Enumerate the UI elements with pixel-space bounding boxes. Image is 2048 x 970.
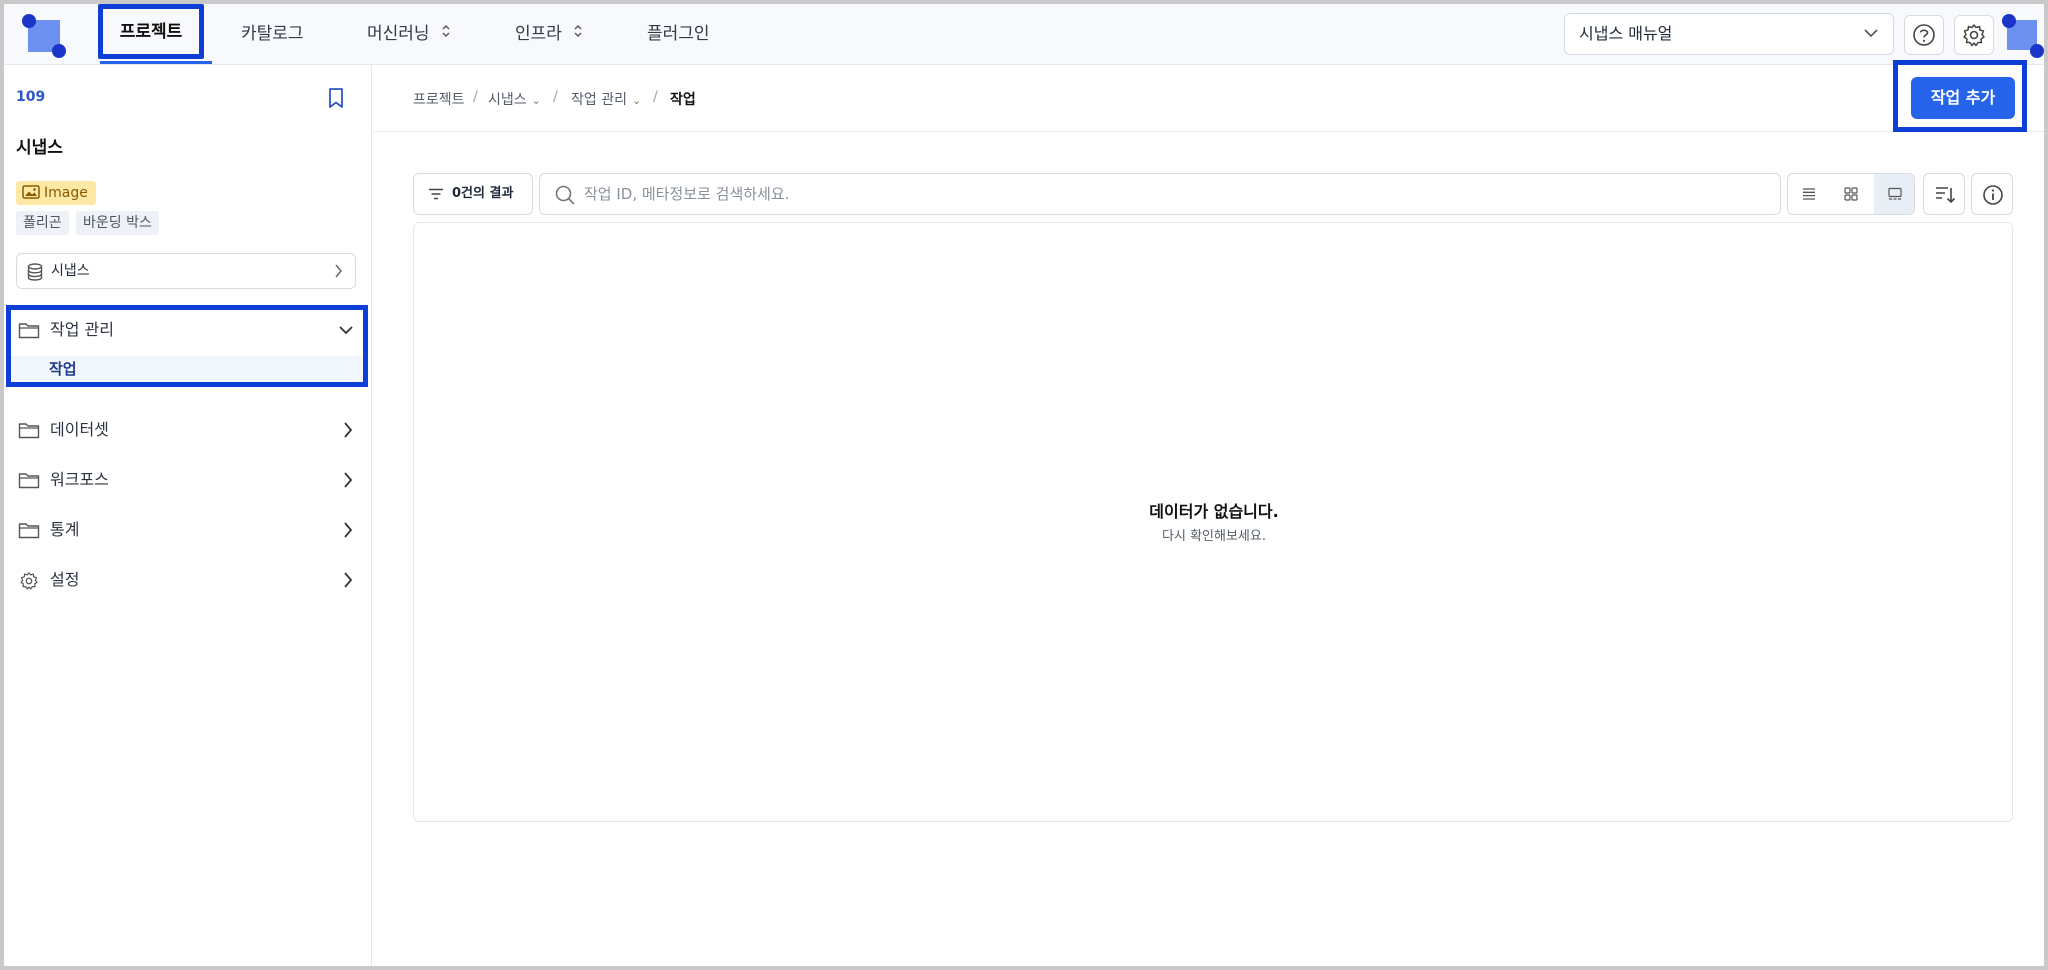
chevron-right-icon [342,555,354,625]
list-view-icon [1803,188,1815,200]
search-input[interactable] [584,174,1764,214]
annotation-tag-bounding-box: 바운딩 박스 [76,211,159,235]
breadcrumb: 프로젝트 / 시냅스 ⌄ / 작업 관리 ⌄ / 작업 작업 추가 [373,60,2044,132]
breadcrumb-separator: / [553,89,558,105]
sidebar: 109 시냅스 Image 폴리곤 바운딩 박스 시냅스 작업 관리 작업 데이… [4,65,372,966]
filter-result-count: 0건의 결과 [452,186,514,201]
breadcrumb-separator: / [653,89,658,105]
nav-tab-label: 플러그인 [647,24,710,44]
expand-collapse-icon [573,5,583,65]
nav-tab-infra[interactable]: 인프라 [515,4,583,64]
sort-icon [1936,187,1956,204]
sidebar-item-label: 설정 [50,570,80,589]
chevron-down-icon: ⌄ [631,94,642,107]
sidebar-item-settings[interactable]: 설정 [4,555,372,605]
filter-button[interactable]: 0건의 결과 [413,173,533,215]
manual-select[interactable]: 시냅스 매뉴얼 [1564,13,1894,55]
sidebar-item-dataset[interactable]: 데이터셋 [4,405,372,455]
chevron-right-icon [333,254,343,300]
info-icon [1983,185,2003,205]
search-icon [555,185,575,205]
breadcrumb-item-synapse[interactable]: 시냅스 ⌄ [488,89,541,109]
dataset-button-label: 시냅스 [51,263,90,279]
sidebar-item-label: 워크포스 [50,470,109,489]
sidebar-item-workforce[interactable]: 워크포스 [4,455,372,505]
project-name: 시냅스 [16,138,63,158]
bookmark-icon[interactable] [326,87,346,113]
gear-icon [20,572,38,590]
sidebar-item-label: 통계 [50,520,80,539]
gallery-view-icon [1888,187,1902,200]
add-task-button[interactable]: 작업 추가 [1911,77,2015,119]
main-content: 프로젝트 / 시냅스 ⌄ / 작업 관리 ⌄ / 작업 작업 추가 0건의 결과 [373,60,2044,966]
folder-icon [18,423,40,439]
nav-tab-machine-learning[interactable]: 머신러닝 [367,4,451,64]
app-logo[interactable] [22,12,70,60]
sort-button[interactable] [1923,173,1965,215]
breadcrumb-label: 시냅스 [488,92,527,108]
avatar[interactable] [2002,14,2044,58]
empty-state-title: 데이터가 없습니다. [1149,502,1279,521]
dataset-button[interactable]: 시냅스 [16,253,356,289]
active-tab-underline [100,61,212,64]
help-icon [1913,24,1935,46]
filter-icon [429,188,443,200]
gallery-view-button[interactable] [1874,174,1914,214]
nav-tab-catalog[interactable]: 카탈로그 [241,4,304,64]
nav-tab-plugins[interactable]: 플러그인 [647,4,710,64]
nav-tab-label: 머신러닝 [367,24,430,44]
help-button[interactable] [1904,15,1944,55]
view-mode-toggle [1787,173,1915,215]
database-icon [27,263,43,281]
sidebar-item-label: 데이터셋 [50,420,109,439]
project-id: 109 [16,89,46,105]
chevron-down-icon: ⌄ [531,94,541,107]
sidebar-item-statistics[interactable]: 통계 [4,505,372,555]
grid-view-icon [1844,187,1858,201]
breadcrumb-item-projects[interactable]: 프로젝트 [413,89,465,109]
info-button[interactable] [1971,173,2013,215]
data-type-tag: Image [16,181,96,205]
gear-icon [1963,24,1985,47]
empty-state-subtitle: 다시 확인해보세요. [1162,529,1266,544]
search-field[interactable] [539,173,1781,215]
breadcrumb-separator: / [473,89,478,105]
chevron-down-icon [1863,14,1879,69]
nav-tab-label: 프로젝트 [119,22,183,42]
data-type-tag-label: Image [44,185,88,201]
top-navigation-bar: 프로젝트 카탈로그 머신러닝 인프라 플러그인 시냅스 매뉴얼 [4,4,2044,65]
list-view-button[interactable] [1788,174,1830,214]
expand-collapse-icon [441,5,451,65]
annotation-tag-polygon: 폴리곤 [16,211,69,235]
manual-select-value: 시냅스 매뉴얼 [1579,24,1673,43]
task-list-panel: 데이터가 없습니다. 다시 확인해보세요. [413,222,2013,822]
nav-tab-label: 카탈로그 [241,24,304,44]
nav-tab-label: 인프라 [515,24,562,44]
highlight-box [6,305,368,387]
folder-icon [18,523,40,539]
breadcrumb-item-tasks: 작업 [670,92,696,108]
grid-view-button[interactable] [1830,174,1872,214]
folder-icon [18,473,40,489]
image-icon [22,185,40,199]
nav-tab-projects[interactable]: 프로젝트 [98,4,204,59]
breadcrumb-item-task-management[interactable]: 작업 관리 ⌄ [571,89,641,109]
breadcrumb-label: 작업 관리 [571,92,627,108]
settings-button[interactable] [1954,15,1994,55]
